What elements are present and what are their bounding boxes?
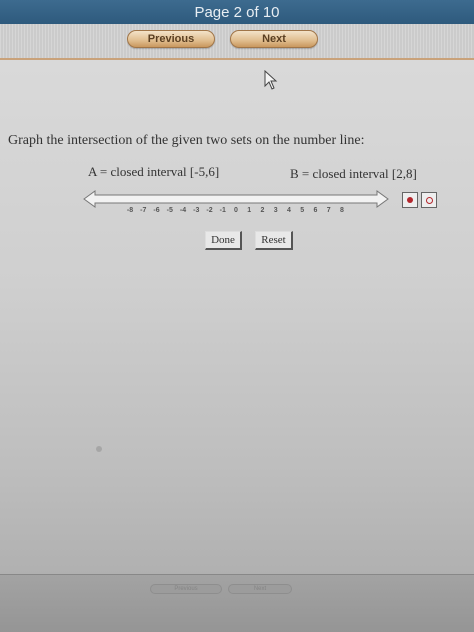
tick-label: 0 [234, 207, 238, 214]
tick-label: -8 [126, 207, 134, 214]
set-a-label: A = closed interval [-5,6] [88, 164, 220, 179]
footer-next-button[interactable]: Next [228, 584, 292, 594]
filled-dot-icon [407, 197, 413, 203]
screen-smudge [96, 446, 102, 452]
title-bar: Page 2 of 10 [0, 0, 474, 24]
open-dot-icon [425, 196, 433, 204]
page-indicator: Page 2 of 10 [194, 3, 280, 21]
tick-label: 1 [247, 207, 252, 214]
set-b-label: B = closed interval [2,8] [290, 166, 417, 181]
open-point-tool[interactable] [421, 192, 437, 208]
navigation-divider [0, 58, 474, 60]
tick-label: -4 [179, 207, 187, 214]
tick-label: -7 [140, 207, 147, 214]
tick-label: -5 [166, 207, 173, 214]
tick-label: 3 [273, 207, 278, 214]
tick-label: 7 [326, 207, 331, 214]
closed-point-tool[interactable] [402, 192, 418, 208]
number-line[interactable] [83, 190, 389, 208]
tick-label: -2 [206, 207, 213, 214]
previous-button[interactable]: Previous [127, 30, 215, 48]
tick-label: 2 [260, 207, 265, 214]
tick-label: 6 [313, 207, 318, 214]
tick-label: -3 [193, 207, 200, 214]
next-button[interactable]: Next [230, 30, 318, 48]
tick-label: 8 [340, 207, 344, 214]
tick-label: 5 [300, 207, 305, 214]
tick-label: -1 [219, 207, 226, 214]
number-line-arrow [83, 190, 389, 208]
footer-previous-button[interactable]: Previous [150, 584, 222, 594]
done-button[interactable]: Done [205, 231, 242, 250]
tick-label: -6 [153, 207, 160, 214]
question-prompt: Graph the intersection of the given two … [8, 133, 365, 148]
tick-label: 4 [287, 207, 291, 214]
reset-button[interactable]: Reset [255, 231, 293, 250]
mouse-cursor-icon [264, 70, 278, 90]
